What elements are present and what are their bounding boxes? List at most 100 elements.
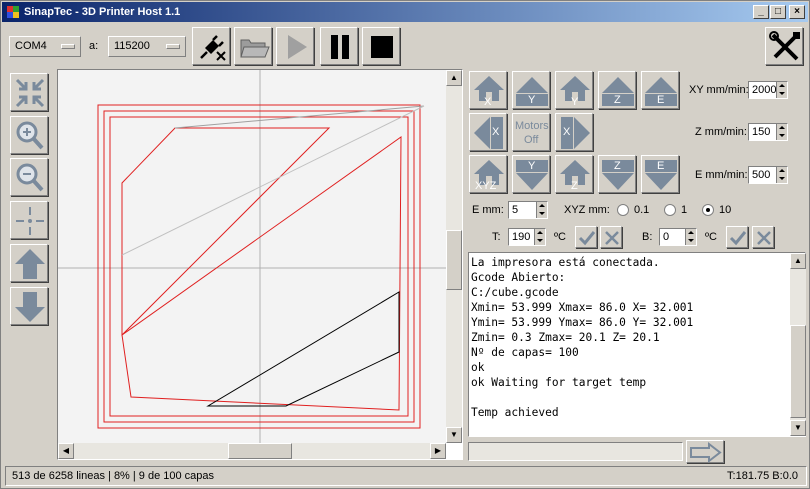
tools-icon bbox=[769, 31, 800, 61]
home-z-button[interactable]: Z bbox=[555, 155, 593, 193]
home-xyz-button[interactable]: XYZ bbox=[469, 155, 507, 193]
gcode-viewer[interactable]: ▲ ▼ ◀ ▶ bbox=[57, 69, 463, 460]
step-label-0-1: 0.1 bbox=[634, 204, 650, 216]
step-radio-10[interactable] bbox=[702, 204, 714, 216]
y-plus-button[interactable]: Y bbox=[512, 71, 550, 109]
step-radio-1[interactable] bbox=[664, 204, 676, 216]
step-label-1: 1 bbox=[681, 204, 688, 216]
scroll-up-icon[interactable]: ▲ bbox=[446, 70, 462, 86]
console-line: ok bbox=[471, 361, 485, 374]
bed-temp-input[interactable]: 0 bbox=[659, 228, 697, 246]
layer-down-button[interactable] bbox=[10, 287, 48, 325]
arrow-down-icon bbox=[15, 292, 45, 322]
z-minus-button[interactable]: Z bbox=[598, 155, 636, 193]
maximize-button[interactable]: □ bbox=[770, 5, 786, 19]
console-log[interactable]: La impresora está conectada. Gcode Abier… bbox=[468, 252, 806, 437]
fit-view-button[interactable] bbox=[10, 73, 48, 111]
scroll-right-icon[interactable]: ▶ bbox=[430, 443, 446, 459]
send-command-button[interactable] bbox=[686, 440, 724, 464]
hotend-set-button[interactable] bbox=[575, 226, 597, 248]
layer-preview-canvas[interactable] bbox=[58, 70, 446, 443]
y-plus-label: Y bbox=[528, 94, 536, 106]
hotend-temp-unit: ºC bbox=[554, 231, 566, 243]
zoom-out-button[interactable] bbox=[10, 158, 48, 196]
e-plus-label: E bbox=[657, 94, 665, 106]
open-file-button[interactable] bbox=[234, 27, 272, 65]
e-mm-input[interactable]: 5 bbox=[508, 201, 548, 219]
zoom-in-icon bbox=[16, 121, 44, 150]
baud-value: 115200 bbox=[114, 40, 150, 52]
bed-off-button[interactable] bbox=[752, 226, 774, 248]
disconnect-button[interactable] bbox=[192, 27, 230, 65]
xy-feed-input[interactable]: 2000 bbox=[748, 81, 788, 99]
x-minus-button[interactable]: X bbox=[469, 113, 507, 151]
scroll-down-icon[interactable]: ▼ bbox=[446, 427, 462, 443]
console-line: Temp achieved bbox=[471, 406, 559, 419]
spin-arrows-icon[interactable] bbox=[536, 202, 547, 218]
console-line: Xmin= 53.999 Xmax= 86.0 X= 32.001 bbox=[471, 301, 694, 314]
zoom-in-button[interactable] bbox=[10, 116, 48, 154]
scroll-left-icon[interactable]: ◀ bbox=[58, 443, 74, 459]
x-plus-button[interactable]: X bbox=[555, 113, 593, 151]
motors-off-line1: Motors bbox=[515, 120, 549, 132]
zoom-out-icon bbox=[16, 163, 44, 192]
baud-label: a: bbox=[89, 40, 99, 52]
xy-feed-label: XY mm/min: bbox=[689, 84, 749, 96]
y-minus-button[interactable]: Y bbox=[512, 155, 550, 193]
y-minus-label: Y bbox=[528, 160, 536, 172]
viewer-vertical-scrollbar[interactable]: ▲ ▼ bbox=[446, 70, 462, 443]
baud-select[interactable]: 115200 bbox=[108, 36, 186, 57]
app-window: SinapTec - 3D Printer Host 1.1 _ □ × COM… bbox=[0, 0, 810, 489]
console-scroll-thumb[interactable] bbox=[790, 325, 806, 418]
step-radio-0-1[interactable] bbox=[617, 204, 629, 216]
z-feed-input[interactable]: 150 bbox=[748, 123, 788, 141]
bed-set-button[interactable] bbox=[726, 226, 748, 248]
x-icon bbox=[757, 231, 771, 245]
center-view-button[interactable] bbox=[10, 201, 48, 239]
viewer-horizontal-scrollbar[interactable]: ◀ ▶ bbox=[58, 443, 446, 459]
close-button[interactable]: × bbox=[789, 5, 805, 19]
home-x-button[interactable]: X bbox=[469, 71, 507, 109]
port-select[interactable]: COM4 bbox=[9, 36, 81, 57]
console-line: Zmin= 0.3 Zmax= 20.1 Z= 20.1 bbox=[471, 331, 660, 344]
home-z-label: Z bbox=[571, 180, 578, 192]
stop-button[interactable] bbox=[362, 27, 400, 65]
xyz-mm-label: XYZ mm: bbox=[564, 204, 610, 216]
e-minus-label: E bbox=[657, 160, 665, 172]
e-feed-label: E mm/min: bbox=[695, 169, 748, 181]
status-bar: 513 de 6258 lineas | 8% | 9 de 100 capas… bbox=[5, 466, 807, 486]
pause-button[interactable] bbox=[320, 27, 358, 65]
e-plus-button[interactable]: E bbox=[641, 71, 679, 109]
e-minus-button[interactable]: E bbox=[641, 155, 679, 193]
spin-arrows-icon[interactable] bbox=[776, 167, 787, 183]
spin-arrows-icon[interactable] bbox=[776, 82, 787, 98]
xy-feed-value: 2000 bbox=[752, 84, 777, 96]
home-y-button[interactable]: Y bbox=[555, 71, 593, 109]
spin-arrows-icon[interactable] bbox=[685, 229, 696, 245]
horizontal-scroll-thumb[interactable] bbox=[228, 443, 292, 459]
vertical-scroll-thumb[interactable] bbox=[446, 230, 462, 290]
z-plus-button[interactable]: Z bbox=[598, 71, 636, 109]
start-print-button[interactable] bbox=[276, 27, 314, 65]
minimize-button[interactable]: _ bbox=[753, 5, 769, 19]
scroll-down-icon[interactable]: ▼ bbox=[790, 420, 806, 436]
hotend-off-button[interactable] bbox=[600, 226, 622, 248]
z-feed-label: Z mm/min: bbox=[695, 126, 747, 138]
motors-off-button[interactable]: Motors Off bbox=[512, 113, 550, 151]
bed-temp-value: 0 bbox=[663, 231, 670, 243]
pause-icon bbox=[331, 35, 349, 59]
collapse-arrows-icon bbox=[15, 78, 45, 108]
spin-arrows-icon[interactable] bbox=[534, 229, 545, 245]
layer-up-button[interactable] bbox=[10, 244, 48, 282]
z-plus-label: Z bbox=[614, 94, 621, 106]
scroll-up-icon[interactable]: ▲ bbox=[790, 253, 806, 269]
e-feed-input[interactable]: 500 bbox=[748, 166, 788, 184]
console-line: La impresora está conectada. bbox=[471, 256, 660, 269]
hotend-temp-input[interactable]: 190 bbox=[508, 228, 546, 246]
spin-arrows-icon[interactable] bbox=[776, 124, 787, 140]
console-scrollbar[interactable]: ▲ ▼ bbox=[790, 253, 806, 436]
home-xyz-label: XYZ bbox=[475, 180, 497, 192]
gcode-command-input[interactable] bbox=[468, 442, 683, 461]
e-mm-value: 5 bbox=[512, 204, 519, 216]
settings-button[interactable] bbox=[765, 27, 803, 65]
